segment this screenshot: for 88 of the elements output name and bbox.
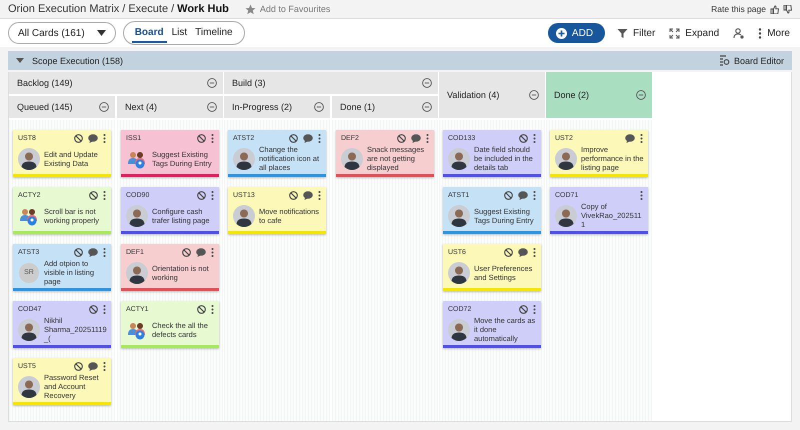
more-icon[interactable] (533, 248, 536, 256)
more-icon[interactable] (103, 362, 106, 370)
rate-label: Rate this page (711, 4, 766, 14)
board-editor-icon (718, 55, 730, 66)
more-icon[interactable] (211, 134, 214, 142)
expand-icon (669, 28, 680, 38)
blocked-icon[interactable] (74, 362, 83, 370)
more-icon[interactable] (533, 304, 536, 314)
collapse-icon[interactable] (99, 102, 109, 112)
blocked-icon[interactable] (519, 134, 528, 142)
more-icon[interactable] (211, 248, 214, 256)
column-title: Queued (145) (17, 102, 73, 112)
comment-icon[interactable] (88, 248, 98, 256)
blocked-icon[interactable] (89, 304, 98, 314)
more-icon[interactable] (103, 134, 106, 142)
breadcrumb-link[interactable]: Orion Execution Matrix (8, 3, 120, 15)
comment-icon[interactable] (303, 190, 313, 200)
comment-icon[interactable] (411, 134, 421, 142)
assign-icon-button[interactable] (731, 26, 746, 40)
star-icon[interactable] (244, 4, 256, 14)
comment-icon[interactable] (303, 134, 313, 142)
comment-icon[interactable] (518, 190, 528, 200)
collapse-icon[interactable] (314, 102, 324, 112)
more-icon[interactable] (103, 248, 106, 256)
group-title: Backlog (149) (17, 78, 73, 88)
column-title: Validation (4) (447, 90, 500, 100)
filter-button[interactable]: Filter (615, 26, 658, 40)
more-icon[interactable] (103, 304, 106, 314)
add-icon (556, 28, 567, 38)
collapse-icon[interactable] (207, 102, 217, 112)
blocked-icon[interactable] (74, 248, 83, 256)
column-title: Done (1) (340, 102, 376, 112)
collapse-caret-icon[interactable] (16, 58, 24, 63)
comment-icon[interactable] (88, 362, 98, 370)
comment-icon[interactable] (196, 248, 206, 256)
blocked-icon[interactable] (289, 190, 298, 200)
group-title: Build (3) (232, 78, 266, 88)
collapse-icon[interactable] (422, 78, 432, 88)
blocked-icon[interactable] (197, 304, 206, 314)
blocked-icon[interactable] (89, 190, 98, 200)
more-icon[interactable] (318, 190, 321, 200)
section-title: Scope Execution (158) (32, 56, 124, 66)
collapse-icon[interactable] (207, 78, 217, 88)
more-icon[interactable] (211, 304, 214, 314)
comment-icon[interactable] (625, 134, 635, 142)
column-title: Next (4) (125, 102, 158, 112)
blocked-icon[interactable] (197, 134, 206, 142)
breadcrumb-separator: / (122, 3, 126, 15)
blocked-icon[interactable] (504, 190, 513, 200)
blocked-icon[interactable] (397, 134, 406, 142)
view-tab[interactable]: Timeline (192, 24, 236, 42)
breadcrumb-separator: / (171, 3, 174, 15)
breadcrumb-link[interactable]: Work Hub (177, 3, 229, 15)
blocked-icon[interactable] (519, 304, 528, 314)
more-icon[interactable] (640, 134, 643, 142)
column-title: Done (2) (554, 90, 590, 100)
more-icon[interactable] (640, 190, 643, 200)
cards-dropdown[interactable]: All Cards (161) (8, 22, 116, 44)
blocked-icon[interactable] (504, 248, 513, 256)
blocked-icon[interactable] (182, 248, 191, 256)
expand-button[interactable]: Expand (667, 26, 722, 40)
more-icon[interactable] (426, 134, 429, 142)
comment-icon[interactable] (518, 248, 528, 256)
view-tab[interactable]: Board (132, 24, 167, 42)
more-icon[interactable] (103, 190, 106, 200)
thumbs-down-icon[interactable] (783, 4, 792, 14)
thumbs-up-icon[interactable] (770, 4, 779, 14)
more-icon[interactable] (318, 134, 321, 142)
more-icon (758, 28, 762, 38)
board-editor-button[interactable]: Board Editor (718, 55, 784, 66)
filter-icon (617, 28, 628, 38)
blocked-icon[interactable] (74, 134, 83, 142)
more-icon[interactable] (211, 190, 214, 200)
breadcrumb-link[interactable]: Execute (128, 3, 168, 15)
column-title: In-Progress (2) (232, 102, 292, 112)
blocked-icon[interactable] (289, 134, 298, 142)
view-tab[interactable]: List (168, 24, 190, 42)
add-button[interactable]: ADD (548, 23, 606, 43)
collapse-icon[interactable] (422, 102, 432, 112)
comment-icon[interactable] (88, 134, 98, 142)
favourites-link[interactable]: Add to Favourites (260, 4, 330, 14)
more-icon[interactable] (533, 190, 536, 200)
more-icon[interactable] (533, 134, 536, 142)
more-button[interactable]: More (756, 26, 792, 40)
caret-icon (96, 30, 106, 36)
collapse-icon[interactable] (636, 90, 646, 100)
blocked-icon[interactable] (197, 190, 206, 200)
collapse-icon[interactable] (529, 90, 539, 100)
